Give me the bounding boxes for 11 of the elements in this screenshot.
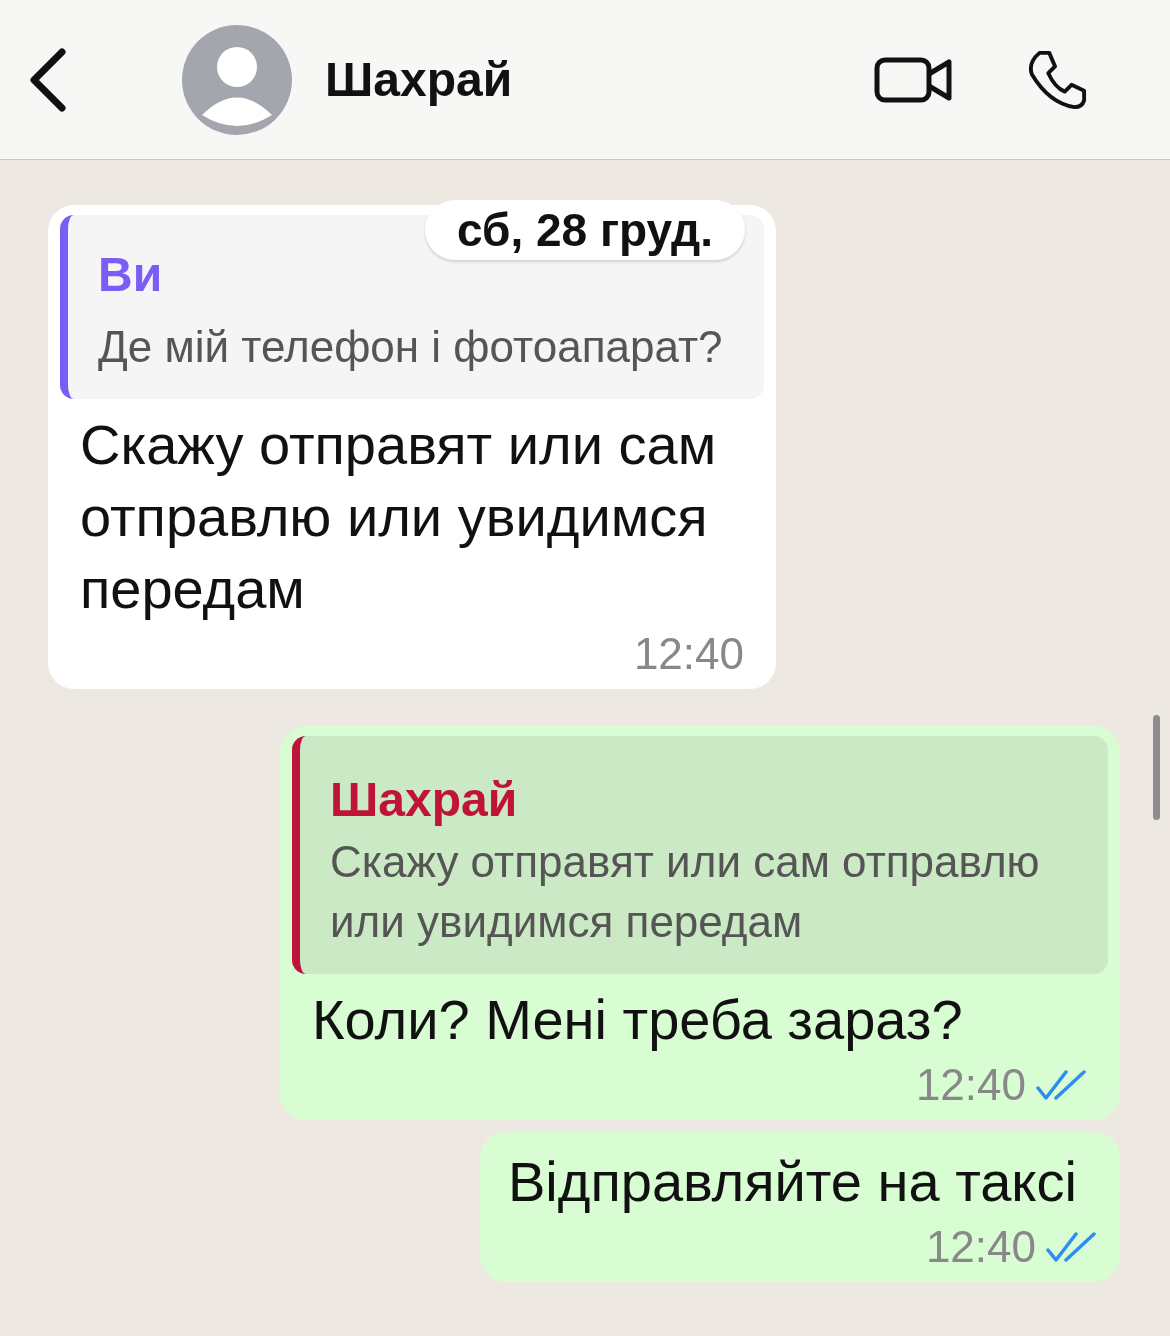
quote-text: Скажу отправят или сам отправлю или увидимся передам — [330, 836, 1041, 948]
message-text: Коли? Мені треба зараз? — [312, 987, 964, 1053]
message-text: Відправляйте на таксі — [508, 1149, 1078, 1215]
message-text: Скажу отправят или сам отправлю или увидимся передам — [80, 412, 718, 622]
message-time: 12:40 — [915, 1060, 1026, 1110]
quote-text: Де мій телефон і фотоапарат? — [98, 321, 724, 373]
quote-author: Ви — [98, 247, 164, 303]
date-toast: сб, 28 груд. — [425, 200, 745, 260]
message-time: 12:40 — [925, 1222, 1036, 1272]
quote-author: Шахрай — [330, 772, 519, 828]
message-time: 12:40 — [633, 629, 744, 679]
